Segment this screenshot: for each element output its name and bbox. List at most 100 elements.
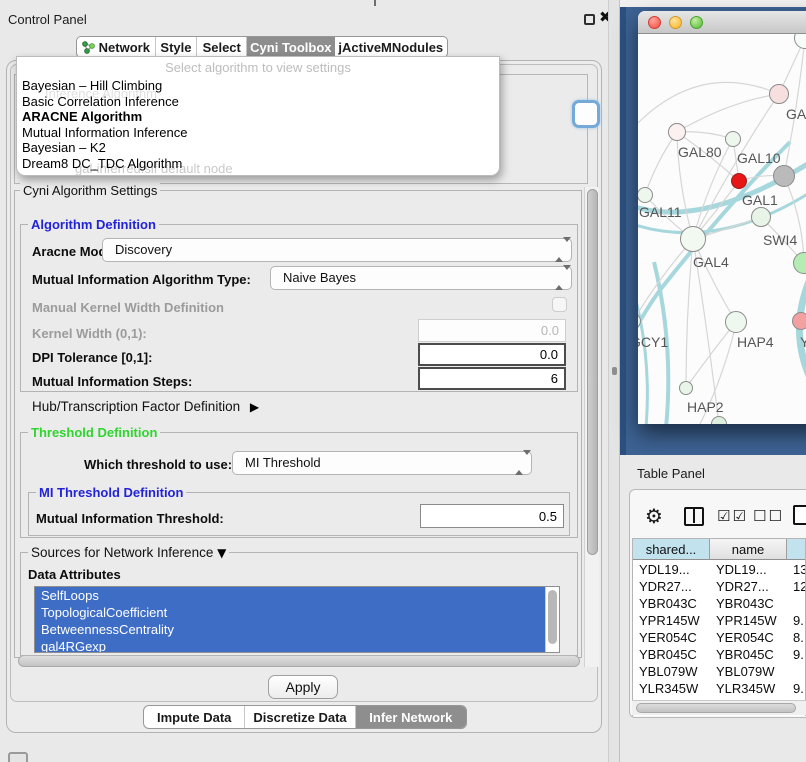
- list-item[interactable]: SelfLoops: [35, 587, 559, 604]
- network-node[interactable]: [725, 131, 741, 147]
- network-node[interactable]: [773, 165, 795, 187]
- table-row[interactable]: YBL079W YBL079W: [633, 663, 805, 680]
- minimize-traffic-light[interactable]: [669, 16, 682, 29]
- table-cell[interactable]: YDR27...: [710, 578, 787, 595]
- table-row[interactable]: YPR145W YPR145W 9.: [633, 612, 805, 629]
- tab-cyni-toolbox[interactable]: Cyni Toolbox: [247, 37, 335, 57]
- table-cell[interactable]: 8.: [787, 629, 806, 646]
- dropdown-item[interactable]: Mutual Information Inference: [22, 125, 494, 141]
- dropdown-item[interactable]: Bayesian – K2: [22, 140, 494, 156]
- hide-columns-icon[interactable]: ☐☐: [753, 507, 784, 525]
- table-row[interactable]: YDR27... YDR27... 12: [633, 578, 805, 595]
- show-columns-icon[interactable]: ☑☑: [717, 507, 748, 525]
- mi-threshold-field[interactable]: [420, 504, 564, 528]
- table-cell[interactable]: YPR145W: [710, 612, 787, 629]
- panel-divider-handle[interactable]: [612, 367, 617, 375]
- float-window-icon[interactable]: [584, 14, 595, 25]
- dropdown-item-selected[interactable]: ARACNE Algorithm: [22, 109, 494, 125]
- apply-button[interactable]: Apply: [268, 675, 338, 699]
- table-cell[interactable]: 9.: [787, 646, 806, 663]
- split-divider-notch: [374, 0, 376, 6]
- attributes-list-scrollbar[interactable]: [545, 587, 559, 652]
- attributes-list-scrollbar-thumb[interactable]: [548, 590, 557, 644]
- network-node[interactable]: [792, 312, 806, 330]
- split-columns-icon[interactable]: [684, 507, 704, 526]
- table-row[interactable]: YER054C YER054C 8.: [633, 629, 805, 646]
- table-horizontal-scrollbar[interactable]: [632, 700, 806, 715]
- network-node[interactable]: [769, 84, 789, 104]
- settings-vertical-scrollbar-thumb[interactable]: [587, 189, 598, 555]
- table-cell[interactable]: [787, 663, 806, 680]
- table-horizontal-scrollbar-thumb[interactable]: [636, 703, 796, 713]
- table-cell[interactable]: YER054C: [633, 629, 710, 646]
- tab-style[interactable]: Style: [156, 37, 198, 57]
- dpi-tolerance-field[interactable]: [418, 343, 566, 366]
- table-cell[interactable]: [787, 595, 806, 612]
- tab-jactivemnodules[interactable]: jActiveMNodules: [335, 37, 447, 57]
- mi-steps-field[interactable]: [418, 367, 566, 390]
- table-cell[interactable]: YDR27...: [633, 578, 710, 595]
- column-header-third[interactable]: [787, 539, 806, 560]
- table-cell[interactable]: 9.: [787, 612, 806, 629]
- tab-impute-data[interactable]: Impute Data: [144, 706, 245, 728]
- hub-definition-label: Hub/Transcription Factor Definition: [32, 399, 240, 414]
- table-cell[interactable]: YBL079W: [710, 663, 787, 680]
- list-item[interactable]: BetweennessCentrality: [35, 621, 559, 638]
- document-icon[interactable]: [793, 505, 806, 525]
- combo-stepper-icon: [515, 452, 524, 474]
- table-cell[interactable]: YER054C: [710, 629, 787, 646]
- table-cell[interactable]: YBR045C: [633, 646, 710, 663]
- table-cell[interactable]: 9.: [787, 680, 806, 697]
- list-item[interactable]: TopologicalCoefficient: [35, 604, 559, 621]
- table-cell[interactable]: YDL19...: [710, 561, 787, 578]
- network-node[interactable]: [679, 381, 693, 395]
- network-node-selected[interactable]: [731, 173, 747, 189]
- settings-vertical-scrollbar[interactable]: [584, 187, 599, 667]
- table-cell[interactable]: YBR043C: [710, 595, 787, 612]
- settings-horizontal-scrollbar-thumb[interactable]: [18, 655, 580, 667]
- expanded-arrow-icon[interactable]: ▼: [217, 546, 226, 560]
- table-cell[interactable]: YBL079W: [633, 663, 710, 680]
- dropdown-item[interactable]: Dream8 DC_TDC Algorithm: [22, 156, 494, 172]
- column-header-shared[interactable]: shared...: [633, 539, 710, 560]
- table-cell[interactable]: YPR145W: [633, 612, 710, 629]
- panel-divider[interactable]: [608, 0, 620, 762]
- dropdown-item[interactable]: Bayesian – Hill Climbing: [22, 78, 494, 94]
- tab-select-label: Select: [203, 40, 241, 55]
- tab-network[interactable]: Network: [77, 37, 156, 57]
- tab-select[interactable]: Select: [197, 37, 247, 57]
- table-cell[interactable]: YDL19...: [633, 561, 710, 578]
- network-canvas[interactable]: GAL GAL80 GAL10 GAL11 GAL1 SWI4 GAL4 GCY…: [638, 34, 806, 424]
- table-row[interactable]: YLR345W YLR345W 9.: [633, 680, 805, 697]
- dropdown-item[interactable]: Basic Correlation Inference: [22, 94, 494, 110]
- table-row[interactable]: YDL19... YDL19... 13: [633, 561, 805, 578]
- tab-infer-network[interactable]: Infer Network: [356, 706, 466, 728]
- focused-settings-button[interactable]: [572, 100, 600, 128]
- hub-definition-toggle[interactable]: Hub/Transcription Factor Definition ▶: [32, 399, 259, 414]
- aracne-mode-combo[interactable]: Discovery: [102, 238, 572, 262]
- network-node[interactable]: [680, 226, 706, 252]
- table-cell[interactable]: YBR043C: [633, 595, 710, 612]
- network-node[interactable]: [725, 311, 747, 333]
- network-window-titlebar[interactable]: [638, 11, 806, 34]
- table-cell[interactable]: 12: [787, 578, 806, 595]
- table-row[interactable]: YBR043C YBR043C: [633, 595, 805, 612]
- gear-icon[interactable]: ⚙: [645, 505, 663, 527]
- column-header-name[interactable]: name: [710, 539, 787, 560]
- panel-grip-icon[interactable]: [8, 752, 28, 762]
- kernel-width-field[interactable]: [418, 319, 566, 342]
- mi-algorithm-type-combo[interactable]: Naive Bayes: [270, 266, 572, 290]
- manual-kernel-width-checkbox[interactable]: [552, 297, 567, 312]
- table-cell[interactable]: YLR345W: [633, 680, 710, 697]
- table-cell[interactable]: 13: [787, 561, 806, 578]
- network-node[interactable]: [668, 123, 686, 141]
- close-traffic-light[interactable]: [648, 16, 661, 29]
- network-node[interactable]: [751, 207, 771, 227]
- zoom-traffic-light[interactable]: [690, 16, 703, 29]
- list-item[interactable]: gal4RGexp: [35, 638, 559, 653]
- table-cell[interactable]: YBR045C: [710, 646, 787, 663]
- table-row[interactable]: YBR045C YBR045C 9.: [633, 646, 805, 663]
- which-threshold-combo[interactable]: MI Threshold: [232, 451, 532, 475]
- tab-discretize-data[interactable]: Discretize Data: [245, 706, 355, 728]
- table-cell[interactable]: YLR345W: [710, 680, 787, 697]
